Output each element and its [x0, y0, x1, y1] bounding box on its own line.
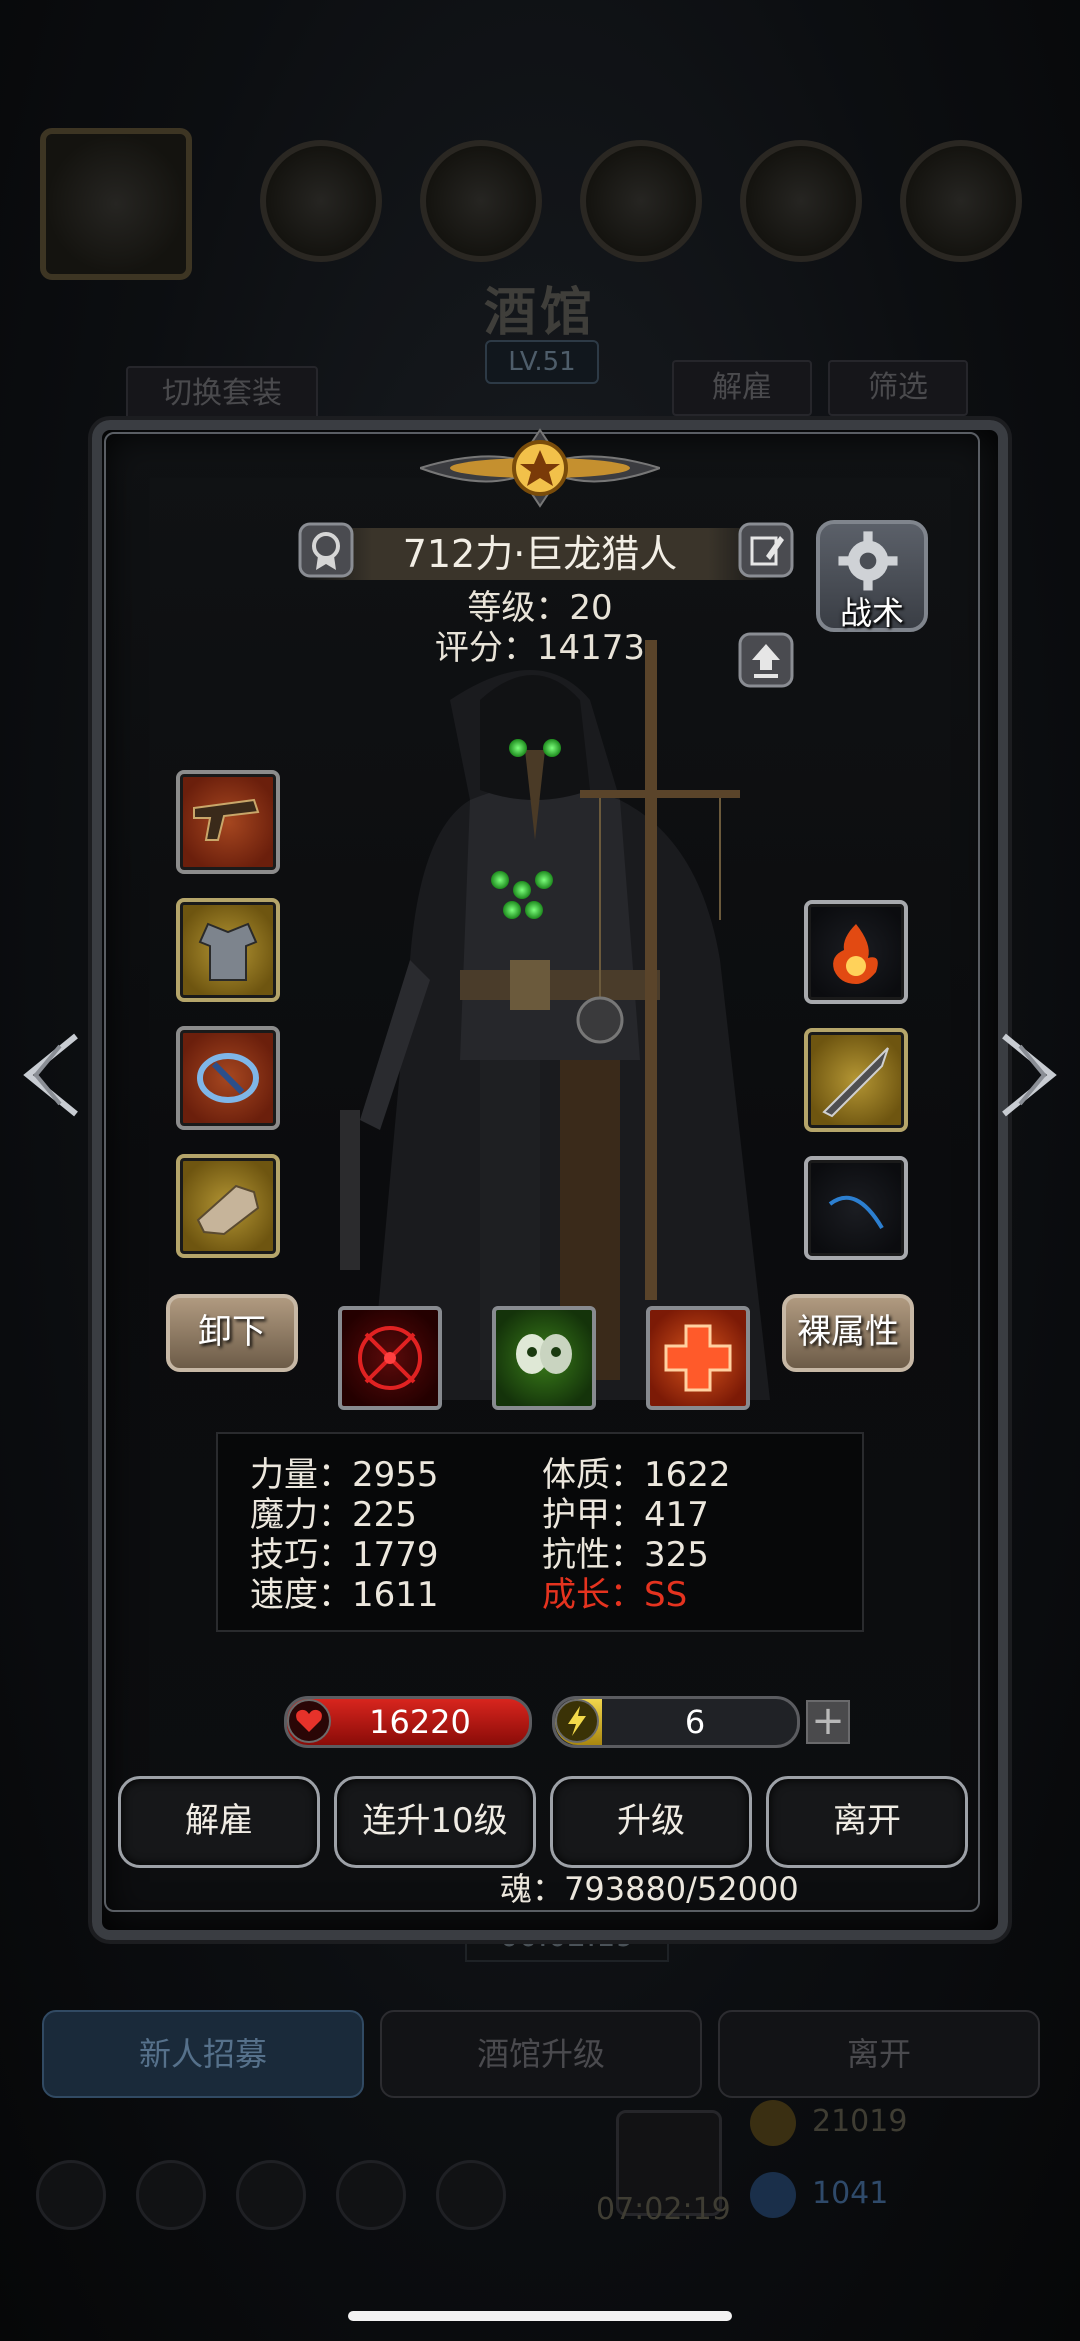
tab-misc-icon[interactable]: [900, 140, 1022, 262]
equip-slot-weapon[interactable]: [176, 770, 280, 874]
skill-slot-1[interactable]: [338, 1306, 442, 1410]
gold-coin-icon: [750, 2100, 796, 2146]
next-hero-arrow-icon[interactable]: [994, 1030, 1064, 1120]
gem-icon: [750, 2172, 796, 2218]
promote-icon[interactable]: [736, 630, 796, 690]
stat-magic: 魔力：225: [250, 1495, 417, 1535]
menu-icon-3[interactable]: [236, 2160, 306, 2230]
menu-icon-2[interactable]: [136, 2160, 206, 2230]
unequip-button[interactable]: 卸下: [166, 1294, 298, 1372]
tab-blue-icon[interactable]: [740, 140, 862, 262]
tactics-label: 战术: [839, 594, 904, 632]
dismiss-button[interactable]: 解雇: [118, 1776, 320, 1868]
pistol-icon: [193, 798, 260, 841]
hero-score: 评分：14173: [434, 628, 646, 668]
bottom-timer: 07:02:19: [596, 2192, 731, 2227]
tab-gem-icon[interactable]: [580, 140, 702, 262]
upgrade-button[interactable]: 升级: [550, 1776, 752, 1868]
menu-icon-4[interactable]: [336, 2160, 406, 2230]
bg-leave-button[interactable]: 离开: [718, 2010, 1040, 2098]
switch-outfit-button[interactable]: 切换套装: [126, 366, 318, 422]
stat-skill: 技巧：1779: [250, 1535, 439, 1575]
menu-icon-5[interactable]: [436, 2160, 506, 2230]
tavern-title: 酒馆: [483, 282, 596, 343]
fire-orb-icon: [833, 924, 878, 984]
tab-scroll-icon[interactable]: [420, 140, 542, 262]
stat-strength: 力量：2955: [250, 1455, 439, 1495]
hero-name: 712力·巨龙猎人: [402, 532, 678, 576]
equip-slot-orb[interactable]: [804, 900, 908, 1004]
lightning-icon: [555, 1699, 599, 1743]
prev-hero-arrow-icon[interactable]: [16, 1030, 86, 1120]
cross-icon: [664, 1324, 732, 1392]
equip-slot-whip[interactable]: [804, 1156, 908, 1260]
add-energy-button[interactable]: +: [806, 1700, 850, 1744]
stat-armor: 护甲：417: [542, 1495, 709, 1535]
bg-dismiss-button[interactable]: 解雇: [672, 360, 812, 416]
recruit-button[interactable]: 新人招募: [42, 2010, 364, 2098]
equip-slot-armor[interactable]: [176, 898, 280, 1002]
tavern-upgrade-button[interactable]: 酒馆升级: [380, 2010, 702, 2098]
gauntlet-icon: [196, 1184, 260, 1236]
bare-stats-button[interactable]: 裸属性: [782, 1294, 914, 1372]
soul-counter: 魂：793880/52000: [500, 1870, 799, 1908]
gem-amount: 1041: [812, 2176, 889, 2211]
skill-slot-2[interactable]: [492, 1306, 596, 1410]
equip-slot-spear[interactable]: [804, 1028, 908, 1132]
spear-icon: [822, 1047, 889, 1118]
stat-resistance: 抗性：325: [542, 1535, 709, 1575]
armor-icon: [198, 922, 258, 981]
energy-value: 6: [684, 1703, 706, 1741]
whip-icon: [828, 1195, 884, 1230]
shield-icon: [197, 1053, 259, 1103]
tab-fire-icon[interactable]: [260, 140, 382, 262]
leave-button[interactable]: 离开: [766, 1776, 968, 1868]
edit-icon[interactable]: [736, 520, 796, 580]
stat-speed: 速度：1611: [250, 1575, 439, 1615]
stat-growth: 成长：SS: [542, 1575, 688, 1615]
skill-slot-3[interactable]: [646, 1306, 750, 1410]
hp-value: 16220: [369, 1703, 471, 1741]
crest-emblem-icon: [420, 428, 660, 508]
tavern-level: LV.51: [485, 340, 599, 384]
level-up-10-button[interactable]: 连升10级: [334, 1776, 536, 1868]
home-indicator[interactable]: [348, 2311, 732, 2321]
target-icon: [358, 1326, 422, 1390]
skull-icon: [516, 1334, 572, 1374]
equip-slot-gauntlet[interactable]: [176, 1154, 280, 1258]
bg-filter-button[interactable]: 筛选: [828, 360, 968, 416]
gold-amount: 21019: [812, 2104, 908, 2139]
equip-slot-shield[interactable]: [176, 1026, 280, 1130]
menu-icon-1[interactable]: [36, 2160, 106, 2230]
stat-constitution: 体质：1622: [542, 1455, 731, 1495]
tab-tavern-icon[interactable]: [40, 128, 192, 280]
